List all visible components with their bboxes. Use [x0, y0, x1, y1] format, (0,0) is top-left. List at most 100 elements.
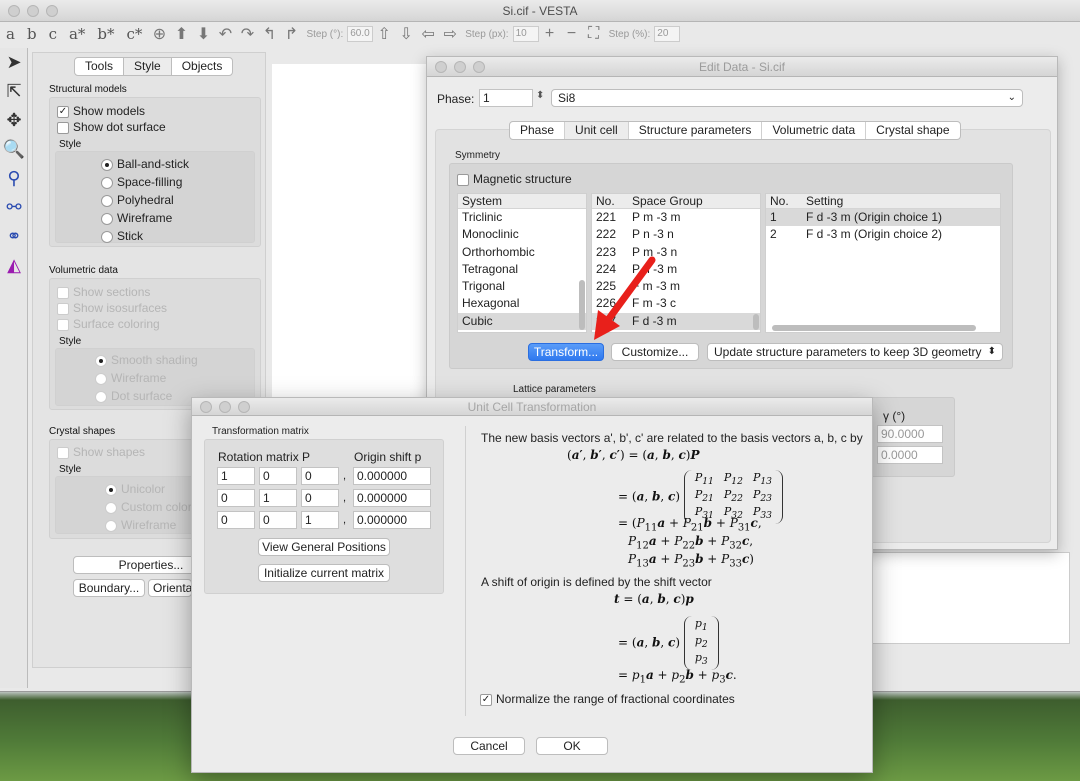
phase-input[interactable]: 1: [479, 89, 533, 107]
edit-close-button[interactable]: [435, 61, 447, 73]
p12-input[interactable]: 0: [259, 467, 297, 485]
update-mode-select[interactable]: Update structure parameters to keep 3D g…: [707, 343, 1003, 361]
show-models-checkbox[interactable]: ✓ Show models: [57, 104, 145, 118]
edit-minimize-button[interactable]: [454, 61, 466, 73]
move-down-icon[interactable]: ⇩: [395, 24, 417, 44]
zoom-out-icon[interactable]: −: [561, 25, 583, 43]
setting-list[interactable]: No. Setting 1 F d -3 m (Origin choice 1) 2…: [765, 193, 1001, 333]
show-dot-surface-checkbox[interactable]: Show dot surface: [57, 120, 166, 134]
move-left-icon[interactable]: ⇦: [417, 24, 439, 44]
plane-icon[interactable]: ◭: [0, 251, 28, 280]
globe-icon[interactable]: ⊕: [148, 24, 170, 44]
p23-input[interactable]: 0: [301, 489, 339, 507]
step-px-input[interactable]: 10: [512, 26, 539, 42]
rotate-right-icon[interactable]: ↷: [236, 24, 258, 44]
show-sections-checkbox[interactable]: Show sections: [57, 285, 150, 299]
p33-input[interactable]: 1: [301, 511, 339, 529]
minimize-button[interactable]: [27, 5, 39, 17]
p21-input[interactable]: 0: [217, 489, 255, 507]
view-b-star-button[interactable]: b*: [91, 25, 120, 43]
distance-icon[interactable]: ⚲: [0, 164, 28, 193]
radio-stick[interactable]: Stick: [101, 229, 143, 243]
shift-p3-input[interactable]: 0.000000: [353, 511, 431, 529]
view-b-button[interactable]: b: [21, 25, 43, 43]
tab-tools[interactable]: Tools: [75, 58, 125, 75]
view-a-star-button[interactable]: a*: [63, 25, 91, 43]
list-item[interactable]: Triclinic: [458, 209, 586, 226]
list-item[interactable]: Monoclinic: [458, 226, 586, 243]
surface-coloring-checkbox[interactable]: Surface coloring: [57, 317, 160, 331]
transform-zoom-button[interactable]: [238, 401, 250, 413]
customize-button[interactable]: Customize...: [611, 343, 699, 361]
output-text-area[interactable]: [860, 552, 1070, 644]
arrow-up-icon[interactable]: ⬆: [170, 24, 192, 44]
magnetic-structure-checkbox[interactable]: Magnetic structure: [457, 172, 572, 186]
transform-close-button[interactable]: [200, 401, 212, 413]
table-row[interactable]: 222 P n -3 n: [592, 226, 760, 243]
close-button[interactable]: [8, 5, 20, 17]
radio-dot-surface[interactable]: Dot surface: [95, 389, 172, 403]
radio-ball-and-stick[interactable]: Ball-and-stick: [101, 157, 189, 171]
transform-minimize-button[interactable]: [219, 401, 231, 413]
zoom-in-icon[interactable]: +: [539, 25, 561, 43]
move-up-icon[interactable]: ⇧: [373, 24, 395, 44]
space-group-list[interactable]: No. Space Group 221 P m -3 m 222 P n -3 n 2…: [591, 193, 761, 333]
table-row[interactable]: 223 P m -3 n: [592, 244, 760, 261]
boundary-button[interactable]: Boundary...: [73, 579, 145, 597]
dihedral-icon[interactable]: ⚭: [0, 222, 28, 251]
tab-volumetric-data[interactable]: Volumetric data: [762, 122, 867, 139]
show-isosurfaces-checkbox[interactable]: Show isosurfaces: [57, 301, 167, 315]
show-shapes-checkbox[interactable]: Show shapes: [57, 445, 145, 459]
radio-smooth-shading[interactable]: Smooth shading: [95, 353, 198, 367]
view-c-button[interactable]: c: [43, 25, 63, 43]
tab-phase[interactable]: Phase: [510, 122, 566, 139]
select-arrow-icon[interactable]: ➤: [0, 48, 28, 77]
view-c-star-button[interactable]: c*: [121, 25, 149, 43]
p31-input[interactable]: 0: [217, 511, 255, 529]
phase-name-select[interactable]: Si8 ⌄: [551, 89, 1023, 107]
edit-zoom-button[interactable]: [473, 61, 485, 73]
table-row[interactable]: 224 P n -3 m: [592, 261, 760, 278]
list-item[interactable]: Hexagonal: [458, 295, 586, 312]
list-item[interactable]: Tetragonal: [458, 261, 586, 278]
transform-button[interactable]: Transform...: [528, 343, 604, 361]
radio-space-filling[interactable]: Space-filling: [101, 175, 182, 189]
translate-icon[interactable]: ✥: [0, 106, 28, 135]
move-right-icon[interactable]: ⇨: [439, 24, 461, 44]
fit-icon[interactable]: ⛶: [583, 25, 605, 43]
table-row[interactable]: 227 F d -3 m: [592, 312, 760, 331]
radio-wireframe[interactable]: Wireframe: [101, 211, 172, 225]
step-deg-input[interactable]: 60.0: [347, 26, 374, 42]
radio-vol-wireframe[interactable]: Wireframe: [95, 371, 166, 385]
list-item[interactable]: Cubic: [458, 312, 586, 331]
ok-button[interactable]: OK: [536, 737, 608, 755]
system-list[interactable]: System Triclinic Monoclinic Orthorhombic…: [457, 193, 587, 333]
select-outline-icon[interactable]: ⇱: [0, 77, 28, 106]
radio-polyhedral[interactable]: Polyhedral: [101, 193, 174, 207]
step-pct-input[interactable]: 20: [654, 26, 681, 42]
setting-hscrollbar[interactable]: [772, 325, 976, 331]
initialize-matrix-button[interactable]: Initialize current matrix: [258, 564, 390, 582]
table-row[interactable]: 225 F m -3 m: [592, 278, 760, 295]
p13-input[interactable]: 0: [301, 467, 339, 485]
rotate-left-icon[interactable]: ↶: [214, 24, 236, 44]
view-general-positions-button[interactable]: View General Positions: [258, 538, 390, 556]
tab-crystal-shape[interactable]: Crystal shape: [866, 122, 959, 139]
gamma-error-input[interactable]: 0.0000: [877, 446, 943, 464]
view-a-button[interactable]: a: [0, 25, 21, 43]
turn-right-icon[interactable]: ↱: [280, 24, 302, 44]
table-row[interactable]: 221 P m -3 m: [592, 209, 760, 226]
table-row[interactable]: 226 F m -3 c: [592, 295, 760, 312]
table-row[interactable]: 1 F d -3 m (Origin choice 1): [766, 209, 1000, 227]
shift-p1-input[interactable]: 0.000000: [353, 467, 431, 485]
angle-icon[interactable]: ⚯: [0, 193, 28, 222]
table-row[interactable]: 2 F d -3 m (Origin choice 2): [766, 226, 1000, 243]
sg-scrollbar[interactable]: [753, 314, 759, 330]
system-scrollbar[interactable]: [579, 280, 585, 330]
arrow-down-icon[interactable]: ⬇: [192, 24, 214, 44]
tab-unit-cell[interactable]: Unit cell: [565, 122, 629, 139]
orientation-button[interactable]: Orienta: [148, 579, 192, 597]
p22-input[interactable]: 1: [259, 489, 297, 507]
shift-p2-input[interactable]: 0.000000: [353, 489, 431, 507]
turn-up-icon[interactable]: ↰: [258, 24, 280, 44]
